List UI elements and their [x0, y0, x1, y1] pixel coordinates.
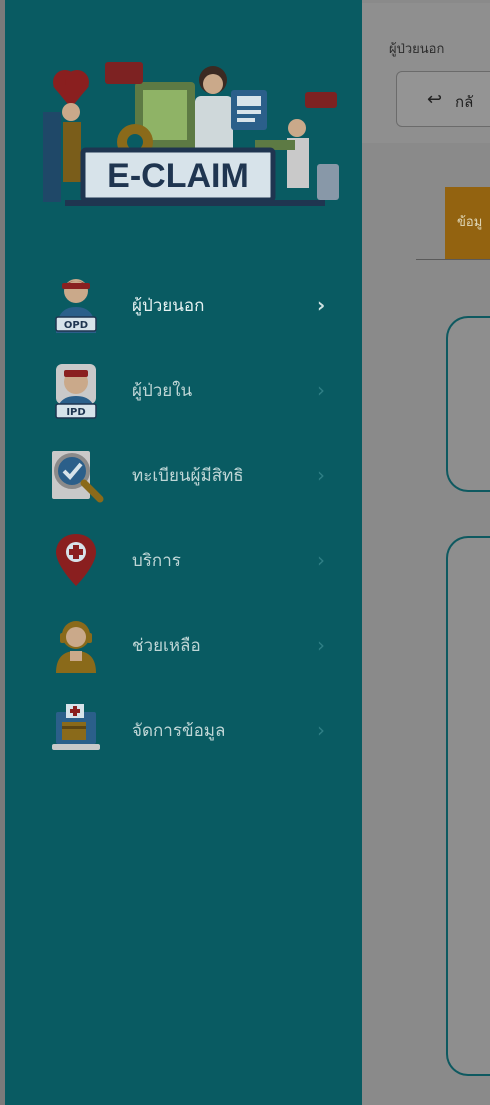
- sidebar: E-CLAIM OPD ผู้ป่วยนอก › IPD ผู้ป่วยใน ›: [5, 0, 362, 1105]
- chevron-right-icon: ›: [317, 293, 326, 317]
- chevron-right-icon: ›: [317, 548, 325, 572]
- sidebar-item-registry[interactable]: ทะเบียนผู้มีสิทธิ ›: [5, 440, 362, 510]
- svg-text:OPD: OPD: [64, 320, 88, 331]
- data-management-icon: [52, 704, 100, 750]
- back-button[interactable]: ↩ กลั: [396, 71, 490, 127]
- svg-text:E-CLAIM: E-CLAIM: [107, 157, 249, 195]
- detail-card: [446, 536, 490, 1076]
- tab-label: ข้อมู: [457, 215, 483, 230]
- sidebar-item-opd[interactable]: OPD ผู้ป่วยนอก ›: [5, 270, 362, 340]
- e-claim-logo: E-CLAIM: [43, 62, 339, 206]
- service-pin-icon: [56, 534, 96, 586]
- svg-text:IPD: IPD: [66, 407, 85, 418]
- breadcrumb[interactable]: ผู้ป่วยนอก: [389, 38, 444, 59]
- sidebar-item-label: ผู้ป่วยนอก: [132, 295, 205, 316]
- tab-underline: [416, 259, 490, 260]
- chevron-right-icon: ›: [317, 378, 325, 402]
- sidebar-item-label: ทะเบียนผู้มีสิทธิ: [132, 465, 244, 486]
- sidebar-item-label: บริการ: [132, 550, 181, 571]
- sidebar-item-label: จัดการข้อมูล: [132, 720, 226, 741]
- back-button-label: กลั: [455, 93, 474, 111]
- sidebar-item-ipd[interactable]: IPD ผู้ป่วยใน ›: [5, 355, 362, 425]
- sidebar-item-label: ผู้ป่วยใน: [132, 380, 193, 401]
- sidebar-item-label: ช่วยเหลือ: [132, 635, 201, 656]
- return-arrow-icon: ↩: [427, 89, 443, 110]
- tab-patient-data[interactable]: ข้อมู: [445, 187, 490, 259]
- chevron-right-icon: ›: [317, 633, 325, 657]
- sidebar-item-help[interactable]: ช่วยเหลือ ›: [5, 610, 362, 680]
- opd-patient-icon: OPD: [55, 279, 97, 333]
- registry-check-icon: [52, 451, 104, 503]
- chevron-right-icon: ›: [317, 463, 325, 487]
- info-card: [446, 316, 490, 492]
- ipd-patient-icon: IPD: [55, 364, 97, 419]
- helpdesk-agent-icon: [56, 621, 96, 673]
- sidebar-item-service[interactable]: บริการ ›: [5, 525, 362, 595]
- sidebar-item-data-management[interactable]: จัดการข้อมูล ›: [5, 695, 362, 765]
- chevron-right-icon: ›: [317, 718, 325, 742]
